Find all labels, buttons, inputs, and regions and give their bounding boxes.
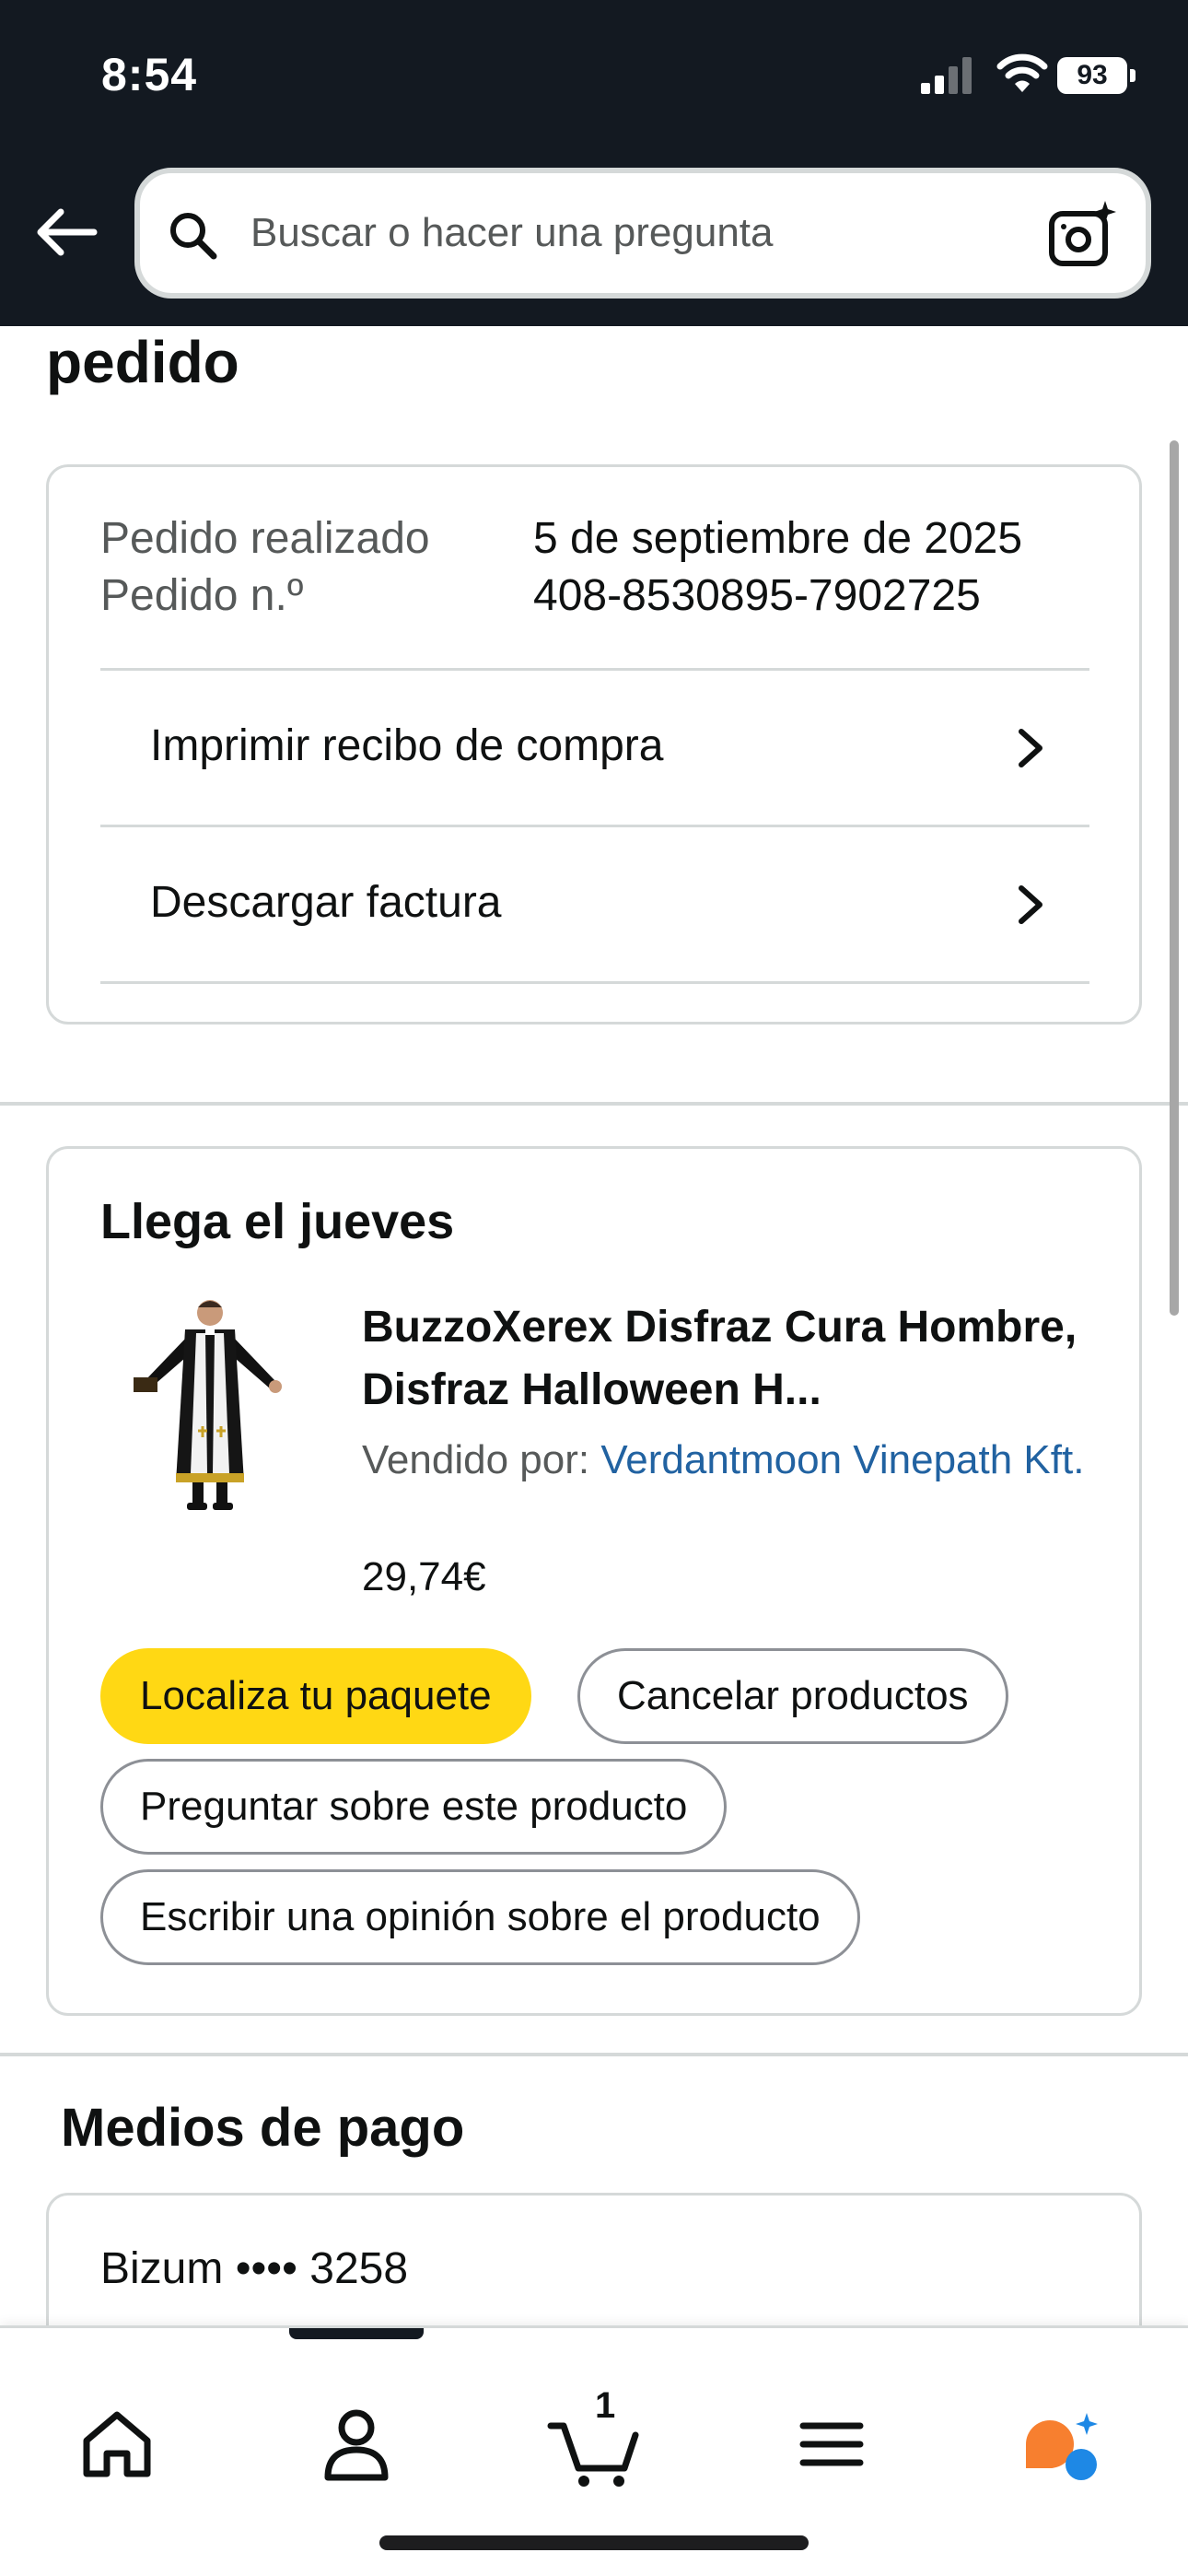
search-bar[interactable] xyxy=(134,168,1151,299)
product-image[interactable] xyxy=(132,1293,288,1514)
top-header: 8:54 93 xyxy=(0,0,1188,326)
menu-icon xyxy=(799,2422,864,2466)
seller-link[interactable]: Verdantmoon Vinepath Kft. xyxy=(600,1437,1084,1482)
camera-search-icon[interactable] xyxy=(1048,199,1118,269)
payment-method: Bizum •••• 3258 xyxy=(100,2244,409,2293)
product-title[interactable]: BuzzoXerex Disfraz Cura Hombre, Disfraz … xyxy=(362,1296,1099,1422)
print-receipt-row[interactable]: Imprimir recibo de compra xyxy=(100,671,1089,824)
ask-about-product-button[interactable]: Preguntar sobre este producto xyxy=(100,1759,728,1855)
nav-menu[interactable] xyxy=(781,2393,882,2494)
order-date-label: Pedido realizado xyxy=(100,514,430,563)
payment-section-title: Medios de pago xyxy=(61,2098,465,2158)
track-package-button[interactable]: Localiza tu paquete xyxy=(100,1648,531,1744)
home-indicator xyxy=(379,2535,809,2550)
nav-account[interactable] xyxy=(306,2393,407,2494)
search-icon xyxy=(170,213,217,260)
seller-info: Vendido por: Verdantmoon Vinepath Kft. xyxy=(362,1431,1099,1490)
nav-home[interactable] xyxy=(66,2393,168,2494)
active-tab-indicator xyxy=(289,2328,424,2339)
status-time: 8:54 xyxy=(101,49,198,100)
section-divider xyxy=(0,1102,1188,1106)
chevron-right-icon xyxy=(1019,885,1042,924)
back-arrow-icon[interactable] xyxy=(33,205,99,260)
account-icon xyxy=(324,2409,389,2481)
product-price: 29,74€ xyxy=(362,1554,486,1599)
cellular-signal-icon xyxy=(921,57,972,94)
order-number-label: Pedido n.º xyxy=(100,571,304,620)
nav-assistant[interactable] xyxy=(1011,2393,1112,2494)
shipment-card: Llega el jueves BuzzoXerex Disfraz Cura … xyxy=(46,1146,1142,2016)
download-invoice-row[interactable]: Descargar factura xyxy=(100,827,1089,980)
section-divider xyxy=(0,2053,1188,2056)
sold-by-label: Vendido por: xyxy=(362,1437,590,1482)
order-date-value: 5 de septiembre de 2025 xyxy=(533,514,1023,563)
scrollbar[interactable] xyxy=(1170,440,1179,1316)
write-review-button[interactable]: Escribir una opinión sobre el producto xyxy=(100,1869,860,1965)
chevron-right-icon xyxy=(1019,729,1042,767)
search-input[interactable] xyxy=(250,173,987,293)
battery-indicator: 93 xyxy=(1057,57,1136,94)
cart-icon xyxy=(547,2422,639,2487)
page-title: pedido xyxy=(46,329,239,395)
cart-count-badge: 1 xyxy=(595,2385,616,2426)
wifi-icon xyxy=(996,53,1048,92)
status-bar: 8:54 93 xyxy=(0,0,1188,157)
divider xyxy=(100,981,1089,984)
delivery-status-title: Llega el jueves xyxy=(100,1194,455,1249)
print-receipt-label: Imprimir recibo de compra xyxy=(150,721,664,770)
order-summary-card: Pedido realizado 5 de septiembre de 2025… xyxy=(46,464,1142,1025)
download-invoice-label: Descargar factura xyxy=(150,878,502,927)
order-number-value: 408-8530895-7902725 xyxy=(533,571,981,620)
nav-cart[interactable]: 1 xyxy=(543,2385,645,2494)
cancel-items-button[interactable]: Cancelar productos xyxy=(577,1648,1008,1744)
home-icon xyxy=(83,2411,151,2477)
rufus-assistant-icon xyxy=(1026,2413,1098,2480)
